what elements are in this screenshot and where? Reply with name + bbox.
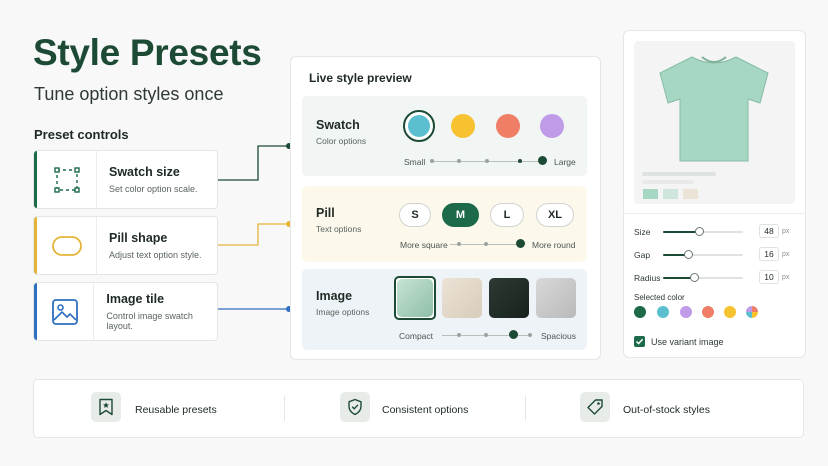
swatch-slider-knob[interactable] [538,156,547,165]
size-unit: px [782,228,790,235]
color-coral[interactable] [702,306,714,318]
pill-option-s[interactable]: S [399,203,431,227]
variant-image-checkbox[interactable] [634,336,645,347]
color-multicolor[interactable] [746,306,758,318]
checkmark-icon [635,338,644,345]
image-option-beige[interactable] [442,278,482,318]
color-lavender[interactable] [680,306,692,318]
swatch-slider-min: Small [404,157,426,167]
color-green[interactable] [634,306,646,318]
radius-value-input[interactable]: 10 [759,270,779,284]
connector-swatch [218,145,289,181]
footer-consistent-options: Consistent options [382,404,469,416]
thumb-3[interactable] [683,189,698,199]
pill-option-xl[interactable]: XL [536,203,574,227]
gap-value-input[interactable]: 16 [759,247,779,261]
radius-label: Radius [634,273,661,283]
swatch-card: Swatch Color options Small Large [302,96,587,176]
thumb-2[interactable] [663,189,678,199]
variant-image-label: Use variant image [651,337,724,347]
image-subtitle: Image options [316,307,370,317]
pill-option-m[interactable]: M [442,203,479,227]
pill-title: Pill [316,206,335,220]
swatch-color-teal[interactable] [408,115,430,137]
footer-separator [284,396,285,421]
pill-card: Pill Text options S M L XL More square M… [302,186,587,262]
gap-label: Gap [634,250,651,260]
swatch-color-lavender[interactable] [540,114,564,138]
radius-slider-knob[interactable] [690,273,699,282]
gap-slider-knob[interactable] [684,250,693,259]
image-option-charcoal[interactable] [489,278,529,318]
footer-reusable-presets: Reusable presets [135,404,217,416]
tag-icon [580,392,610,422]
image-slider-min: Compact [399,331,434,341]
size-label: Size [634,227,651,237]
size-value-input[interactable]: 48 [759,224,779,238]
connector-pill [218,223,289,246]
pill-slider-min: More square [400,240,448,250]
product-title-placeholder [642,172,716,176]
pill-option-l[interactable]: L [490,203,524,227]
image-option-mint[interactable] [397,279,433,317]
thumb-1[interactable] [643,189,658,199]
swatch-title: Swatch [316,118,360,132]
swatch-color-coral[interactable] [496,114,520,138]
swatch-slider-max: Large [554,157,576,167]
image-option-grey[interactable] [536,278,576,318]
pill-slider-max: More round [532,240,576,250]
color-yellow[interactable] [724,306,736,318]
product-price-placeholder [642,180,694,184]
color-teal[interactable] [657,306,669,318]
product-photo [634,41,795,204]
footer-separator [525,396,526,421]
image-title: Image [316,289,353,303]
panel-divider [623,213,806,214]
pill-subtitle: Text options [316,224,362,234]
bookmark-star-icon [91,392,121,422]
radius-unit: px [782,274,790,281]
shield-check-icon [340,392,370,422]
pill-slider-knob[interactable] [516,239,525,248]
gap-unit: px [782,251,790,258]
swatch-subtitle: Color options [316,136,367,146]
image-slider-max: Spacious [541,331,576,341]
swatch-color-yellow[interactable] [451,114,475,138]
image-card: Image Image options Compact Spacious [302,269,587,350]
live-preview-title: Live style preview [309,71,412,85]
footer-out-of-stock-styles: Out-of-stock styles [623,404,710,416]
image-slider-knob[interactable] [509,330,518,339]
selected-color-label: Selected color [634,293,685,302]
size-slider-knob[interactable] [695,227,704,236]
